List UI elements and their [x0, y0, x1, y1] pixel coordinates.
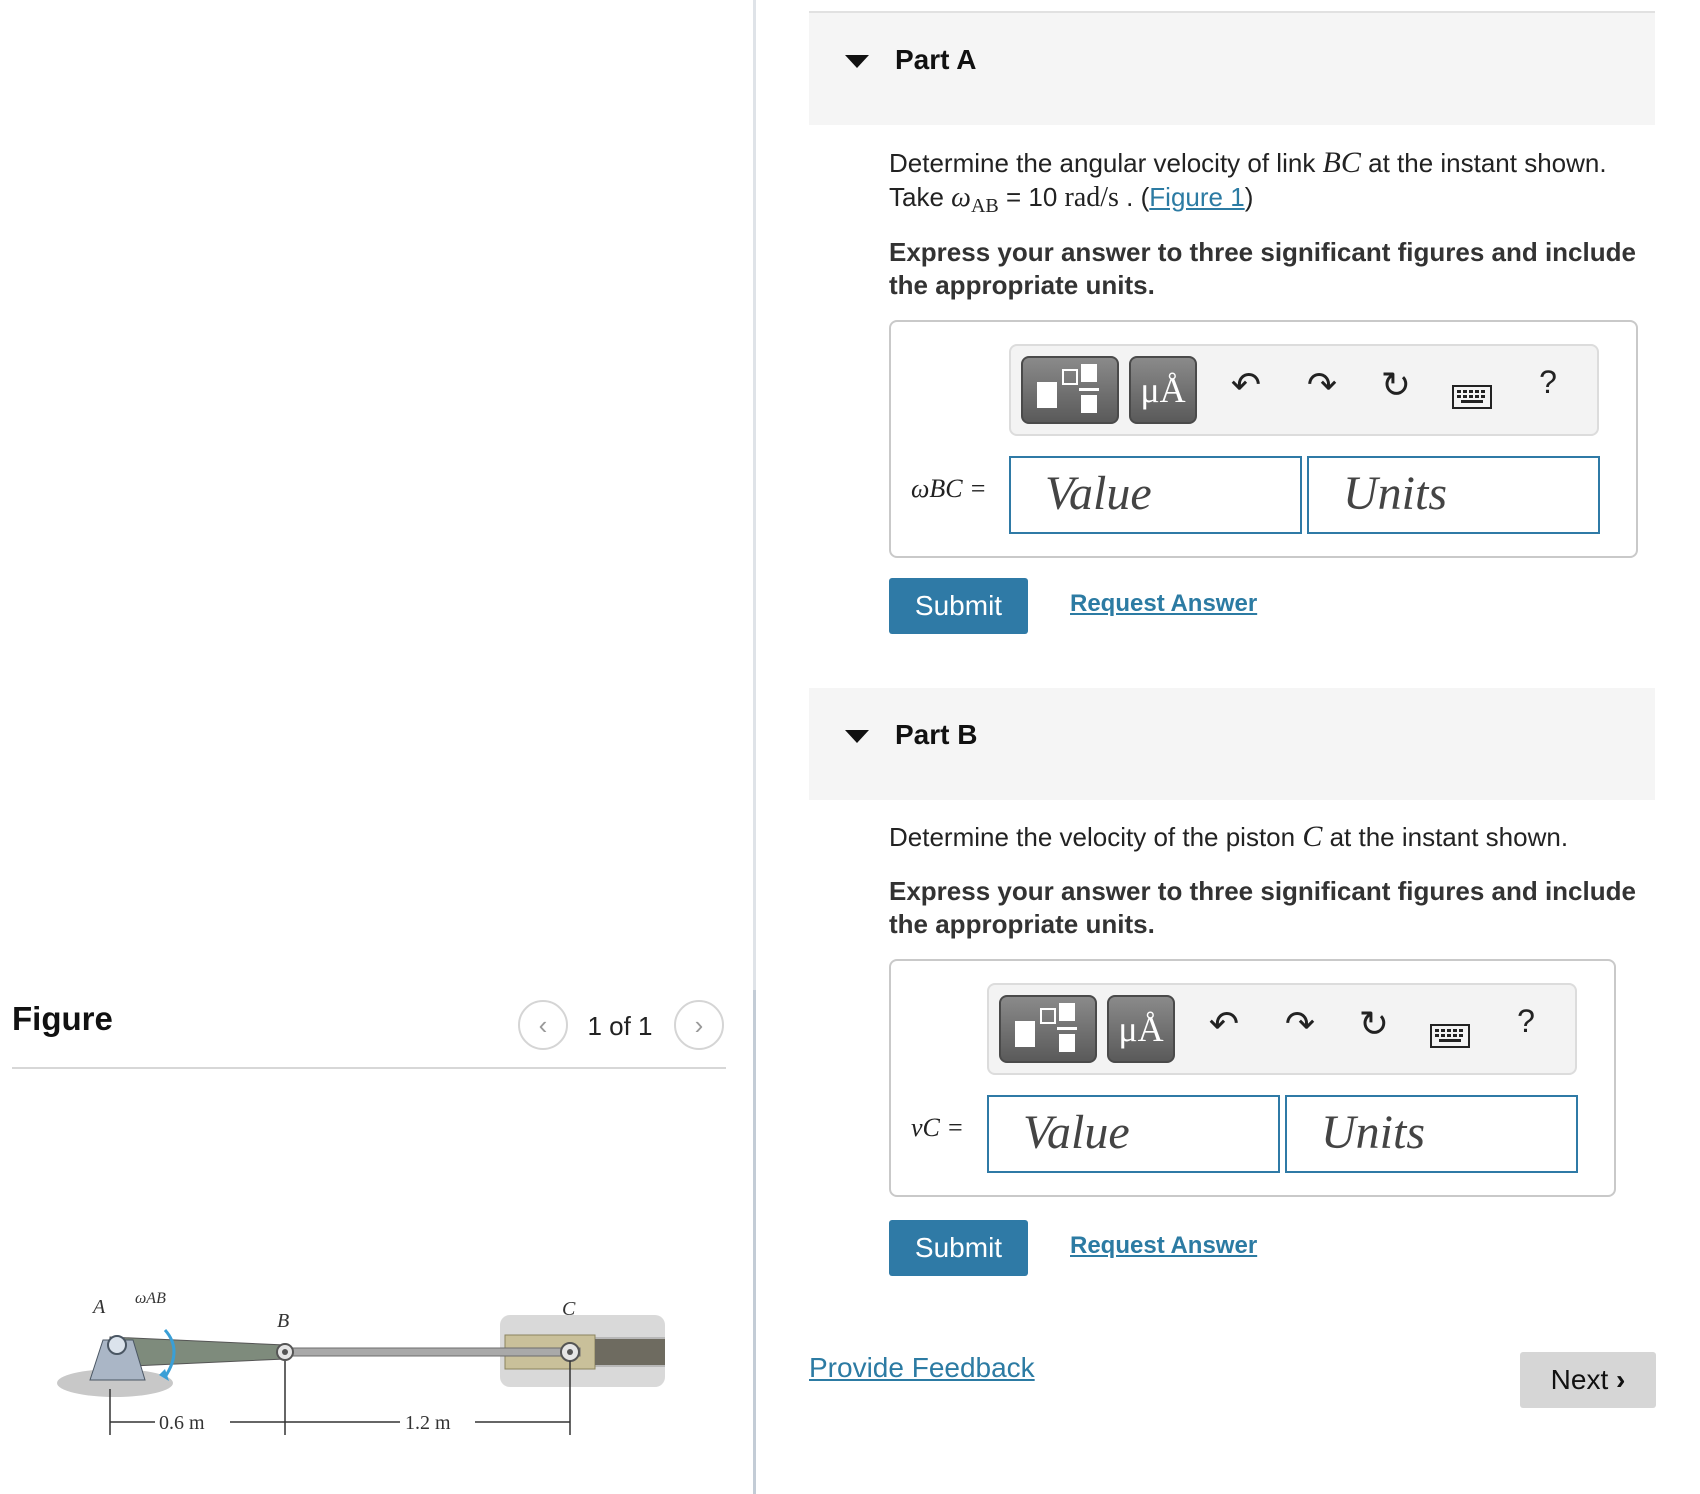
part-b-submit-button[interactable]: Submit: [889, 1220, 1028, 1276]
part-a-field-label: ωBC =: [911, 474, 987, 503]
part-a-prompt: Determine the angular velocity of link B…: [889, 146, 1607, 218]
label-a: A: [91, 1296, 106, 1318]
var-bc: BC: [1322, 146, 1361, 179]
figure-title: Figure: [12, 1000, 113, 1037]
part-b-value-input[interactable]: Value: [987, 1095, 1280, 1173]
chevron-left-icon: ‹: [538, 1009, 548, 1040]
part-b-units-input[interactable]: Units: [1285, 1095, 1578, 1173]
provide-feedback-link[interactable]: Provide Feedback: [809, 1352, 1035, 1384]
dim-label-bc: 1.2 m: [405, 1412, 451, 1434]
label-b: B: [277, 1310, 289, 1332]
link-bc: [279, 1347, 581, 1357]
part-b-field-label: vC =: [911, 1113, 964, 1142]
label-c: C: [562, 1298, 576, 1320]
undo-icon[interactable]: ↶: [1221, 364, 1271, 406]
figure-counter: 1 of 1: [587, 1011, 653, 1041]
chevron-right-icon: ›: [1616, 1364, 1626, 1395]
reset-icon[interactable]: ↻: [1349, 1003, 1399, 1045]
symbols-icon[interactable]: μÅ: [1129, 356, 1197, 424]
part-a-value-input[interactable]: Value: [1009, 456, 1302, 534]
part-a-title: Part A: [895, 44, 977, 75]
part-a-units-input[interactable]: Units: [1307, 456, 1600, 534]
next-label: Next: [1550, 1364, 1609, 1395]
part-b-instruction: Express your answer to three significant…: [889, 876, 1636, 939]
help-icon[interactable]: ?: [1523, 364, 1573, 401]
figure-next-button[interactable]: ›: [674, 1000, 724, 1050]
part-b-toolbar: μÅ ↶ ↷ ↻ ?: [987, 983, 1577, 1075]
figure-prev-button[interactable]: ‹: [518, 1000, 568, 1050]
part-a-header[interactable]: Part A: [809, 13, 1655, 125]
pin-b-center: [282, 1349, 288, 1355]
pin-a: [107, 1335, 127, 1355]
part-a-answer-box: μÅ ↶ ↷ ↻ ? ωBC = Value Units: [889, 320, 1638, 558]
redo-icon[interactable]: ↷: [1275, 1003, 1325, 1045]
var-c: C: [1302, 820, 1323, 853]
collapse-caret-icon[interactable]: [845, 730, 869, 743]
templates-icon[interactable]: [1021, 356, 1119, 424]
piston-rod-dark: [595, 1339, 665, 1365]
symbols-icon[interactable]: μÅ: [1107, 995, 1175, 1063]
part-b-request-answer-link[interactable]: Request Answer: [1070, 1232, 1257, 1260]
collapse-caret-icon[interactable]: [845, 55, 869, 68]
next-button[interactable]: Next ›: [1520, 1352, 1656, 1408]
figure-link[interactable]: Figure 1: [1149, 182, 1244, 212]
part-b-header[interactable]: Part B: [809, 688, 1655, 800]
redo-icon[interactable]: ↷: [1297, 364, 1347, 406]
label-omega-ab: ωAB: [135, 1290, 166, 1307]
chevron-right-icon: ›: [694, 1009, 704, 1040]
part-b-answer-box: μÅ ↶ ↷ ↻ ? vC = Value Units: [889, 959, 1616, 1197]
help-icon[interactable]: ?: [1501, 1003, 1551, 1040]
dim-label-ab: 0.6 m: [159, 1412, 205, 1434]
templates-icon[interactable]: [999, 995, 1097, 1063]
keyboard-icon[interactable]: [1425, 1015, 1475, 1057]
reset-icon[interactable]: ↻: [1371, 364, 1421, 406]
part-a-toolbar: μÅ ↶ ↷ ↻ ?: [1009, 344, 1599, 436]
part-b-title: Part B: [895, 719, 978, 750]
pin-c-center: [567, 1349, 573, 1355]
keyboard-icon[interactable]: [1447, 376, 1497, 418]
undo-icon[interactable]: ↶: [1199, 1003, 1249, 1045]
part-a-submit-button[interactable]: Submit: [889, 578, 1028, 634]
mechanism-diagram: A ωAB B C 0.6 m 1.2 m: [57, 1290, 665, 1435]
figure-divider: [12, 1067, 726, 1069]
part-a-instruction: Express your answer to three significant…: [889, 237, 1636, 300]
pane-splitter-handle[interactable]: [753, 990, 756, 1494]
part-a-request-answer-link[interactable]: Request Answer: [1070, 590, 1257, 618]
part-b-prompt: Determine the velocity of the piston C a…: [889, 820, 1569, 853]
